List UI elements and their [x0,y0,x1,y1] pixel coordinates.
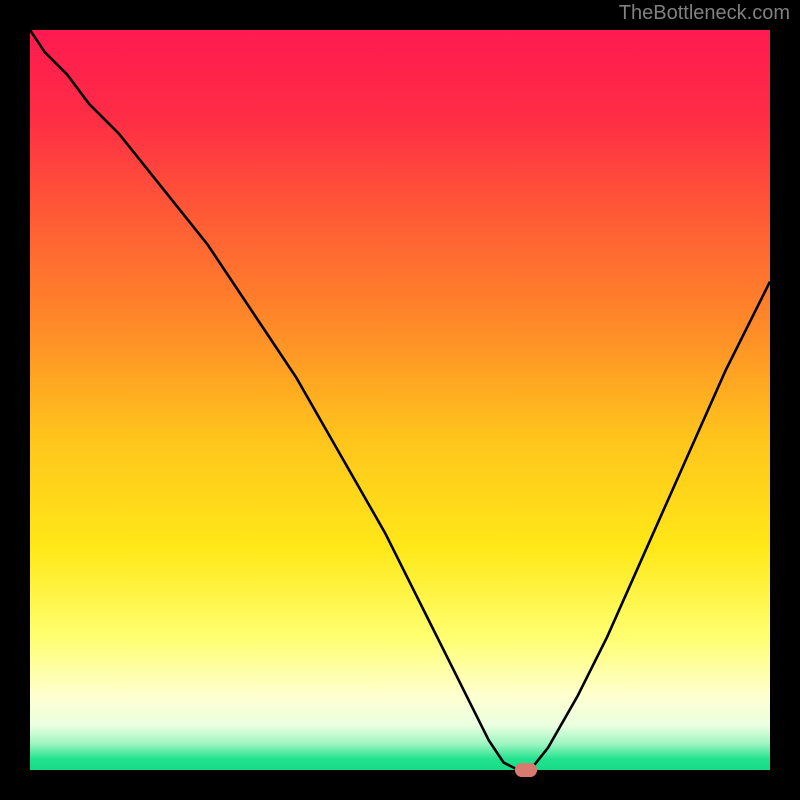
bottleneck-curve [30,30,770,770]
watermark-text: TheBottleneck.com [619,2,790,25]
optimal-point-marker [515,763,537,776]
plot-area [30,30,770,770]
bottleneck-curve-svg [30,30,770,770]
chart-frame: TheBottleneck.com [0,0,800,800]
